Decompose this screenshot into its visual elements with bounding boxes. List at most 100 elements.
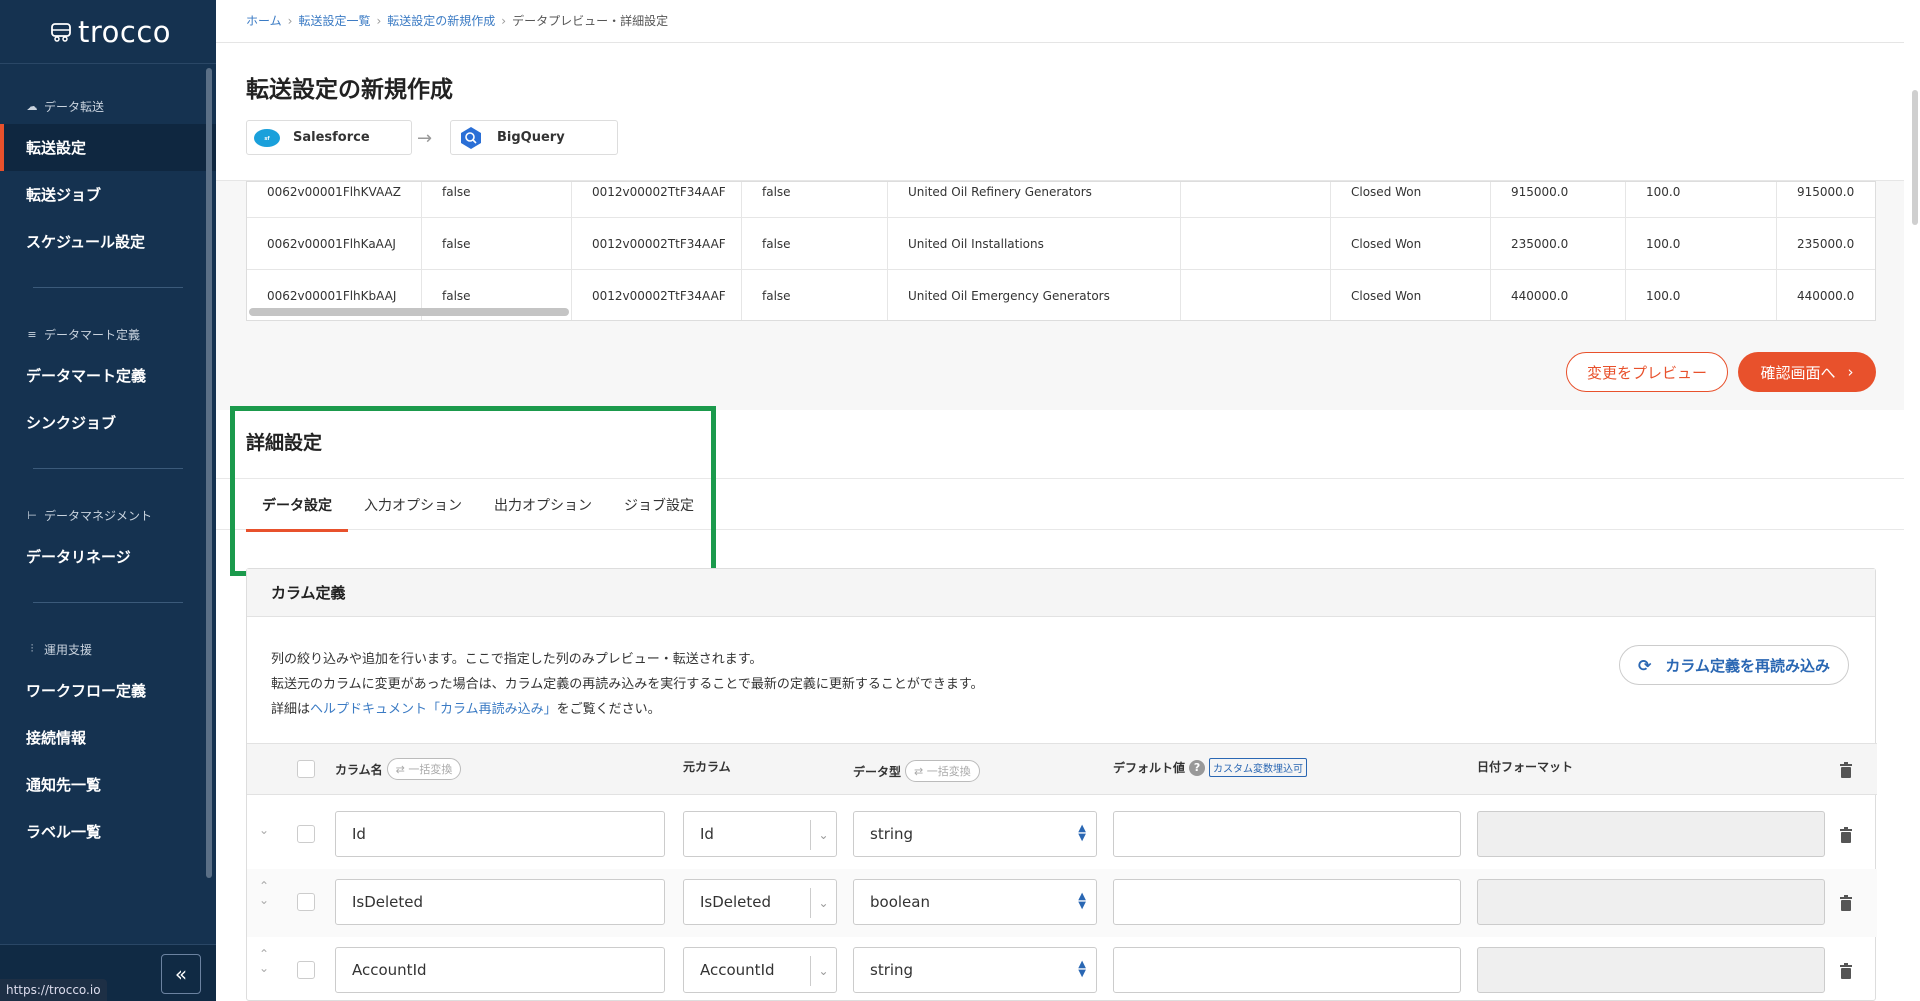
- table-cell: false: [742, 270, 888, 320]
- date-format-input: [1477, 947, 1825, 993]
- column-name-input[interactable]: Id: [335, 811, 665, 857]
- trash-icon[interactable]: [1839, 827, 1853, 843]
- help-icon[interactable]: ?: [1189, 759, 1206, 776]
- breadcrumb-list[interactable]: 転送設定一覧: [298, 12, 370, 29]
- chevron-down-icon: ⌄: [810, 888, 836, 918]
- table-cell: Closed Won: [1331, 182, 1491, 218]
- collapse-sidebar-button[interactable]: «: [161, 954, 201, 994]
- source-column-select[interactable]: AccountId ⌄: [683, 947, 837, 993]
- source-column-select[interactable]: IsDeleted ⌄: [683, 879, 837, 925]
- confirm-button[interactable]: 確認画面へ ›: [1738, 352, 1876, 392]
- date-format-input: [1477, 879, 1825, 925]
- breadcrumb-current: データプレビュー・詳細設定: [512, 14, 669, 28]
- table-row: 0062v00001FlhKVAAZ false 0012v00002TtF34…: [247, 182, 1875, 218]
- table-cell: 0062v00001FlhKVAAZ: [247, 182, 422, 218]
- highlight-box: [230, 406, 716, 576]
- trash-icon[interactable]: [1839, 963, 1853, 979]
- trash-icon[interactable]: [1839, 895, 1853, 911]
- sidebar-scrollbar[interactable]: [206, 68, 212, 878]
- sidebar-item-labels[interactable]: ラベル一覧: [0, 808, 216, 855]
- updown-icon: ▲ ▼: [1078, 823, 1086, 843]
- table-cell: United Oil Refinery Generators: [888, 182, 1181, 218]
- section-data-transfer: ☁ データ転送: [26, 99, 105, 114]
- bulk-convert-type-button[interactable]: ⇄ 一括変換: [905, 760, 980, 782]
- table-row: 0062v00001FlhKaAAJ false 0012v00002TtF34…: [247, 218, 1875, 270]
- sidebar-item-connections[interactable]: 接続情報: [0, 714, 216, 761]
- logo-text: trocco: [78, 14, 172, 49]
- double-chevron-left-icon: «: [174, 962, 188, 986]
- sidebar-item-workflow[interactable]: ワークフロー定義: [0, 667, 216, 714]
- logo[interactable]: trocco: [0, 0, 216, 64]
- select-all-checkbox[interactable]: [297, 760, 315, 778]
- source-column-select[interactable]: Id ⌄: [683, 811, 837, 857]
- sort-arrows-icon[interactable]: ⌃ ⌄: [259, 947, 269, 975]
- chevron-right-icon: ›: [287, 13, 293, 28]
- header-data-type: データ型 ⇄ 一括変換: [853, 760, 980, 782]
- section-data-management: ⊢ データマネジメント: [27, 508, 153, 523]
- table-cell: false: [742, 182, 888, 218]
- data-type-select[interactable]: boolean ▲ ▼: [853, 879, 1097, 925]
- table-cell: 440000.0: [1797, 289, 1855, 303]
- column-name-input[interactable]: IsDeleted: [335, 879, 665, 925]
- page-scrollbar[interactable]: [1912, 90, 1918, 225]
- row-checkbox[interactable]: [297, 825, 315, 843]
- header-source-column: 元カラム: [683, 760, 731, 774]
- table-cell: Closed Won: [1331, 218, 1491, 270]
- column-name-input[interactable]: AccountId: [335, 947, 665, 993]
- table-cell: United Oil Emergency Generators: [888, 270, 1181, 320]
- breadcrumb-home[interactable]: ホーム: [246, 12, 282, 29]
- column-table-header: カラム名 ⇄ 一括変換 元カラム データ型 ⇄ 一括変換 デフォルト値? カスタム変数…: [247, 743, 1877, 795]
- table-cell: United Oil Installations: [888, 218, 1181, 270]
- source-connector: sf Salesforce: [246, 120, 412, 155]
- breadcrumb-new[interactable]: 転送設定の新規作成: [387, 12, 495, 29]
- data-type-select[interactable]: string ▲ ▼: [853, 811, 1097, 857]
- sidebar-item-transfer-settings[interactable]: 転送設定: [0, 124, 216, 171]
- updown-icon: ▲ ▼: [1078, 891, 1086, 911]
- row-checkbox[interactable]: [297, 961, 315, 979]
- table-cell: 235000.0: [1797, 237, 1855, 251]
- section-ops-support: ⫶ 運用支援: [0, 637, 216, 661]
- chevron-down-icon[interactable]: ⌄: [259, 823, 269, 837]
- preview-table: 0062v00001FlhKVAAZ false 0012v00002TtF34…: [246, 181, 1876, 321]
- main-content: ホーム › 転送設定一覧 › 転送設定の新規作成 › データプレビュー・詳細設定…: [216, 0, 1904, 1001]
- sidebar-item-transfer-jobs[interactable]: 転送ジョブ: [0, 171, 216, 218]
- row-checkbox[interactable]: [297, 893, 315, 911]
- bulk-convert-button[interactable]: ⇄ 一括変換: [386, 758, 462, 780]
- svg-text:sf: sf: [264, 136, 270, 142]
- sidebar-item-sync-jobs[interactable]: シンクジョブ: [0, 399, 216, 446]
- salesforce-icon: sf: [253, 126, 281, 150]
- default-value-input[interactable]: [1113, 811, 1461, 857]
- preview-changes-button[interactable]: 変更をプレビュー: [1566, 352, 1728, 392]
- source-name: Salesforce: [293, 130, 370, 145]
- header-default-value: デフォルト値? カスタム変数埋込可: [1113, 758, 1308, 777]
- bigquery-icon: [457, 126, 485, 150]
- table-row: ⌃ ⌄ IsDeleted IsDeleted ⌄ boolean ▲ ▼: [247, 869, 1877, 937]
- arrow-right-icon: →: [417, 128, 433, 149]
- table-cell: 915000.0: [1797, 185, 1855, 199]
- table-cell: false: [742, 218, 888, 270]
- default-value-input[interactable]: [1113, 947, 1461, 993]
- trash-icon[interactable]: [1839, 762, 1853, 778]
- table-cell: false: [422, 218, 572, 270]
- sidebar-item-lineage[interactable]: データリネージ: [0, 533, 216, 580]
- chevron-right-icon: ›: [376, 13, 382, 28]
- sidebar-item-schedule[interactable]: スケジュール設定: [0, 218, 216, 265]
- table-cell: 100.0: [1626, 270, 1777, 320]
- table-cell: 0012v00002TtF34AAF: [572, 218, 742, 270]
- default-value-input[interactable]: [1113, 879, 1461, 925]
- data-type-select[interactable]: string ▲ ▼: [853, 947, 1097, 993]
- chevron-down-icon: ⌄: [810, 820, 836, 850]
- reload-column-definition-button[interactable]: ⟳ カラム定義を再読み込み: [1619, 645, 1849, 685]
- help-doc-link[interactable]: ヘルプドキュメント「カラム再読み込み」: [310, 702, 557, 717]
- table-cell: 440000.0: [1491, 270, 1626, 320]
- breadcrumb: ホーム › 転送設定一覧 › 転送設定の新規作成 › データプレビュー・詳細設定: [246, 12, 668, 29]
- sidebar-item-notifications[interactable]: 通知先一覧: [0, 761, 216, 808]
- sidebar-item-datamart-def[interactable]: データマート定義: [0, 352, 216, 399]
- destination-name: BigQuery: [497, 130, 565, 145]
- sort-arrows-icon[interactable]: ⌃ ⌄: [259, 879, 269, 907]
- horizontal-scrollbar[interactable]: [249, 308, 569, 316]
- column-definition-title: カラム定義: [247, 569, 1875, 617]
- table-cell: 915000.0: [1491, 182, 1626, 218]
- preview-area: 0062v00001FlhKVAAZ false 0012v00002TtF34…: [216, 180, 1904, 410]
- table-cell: [1181, 270, 1331, 320]
